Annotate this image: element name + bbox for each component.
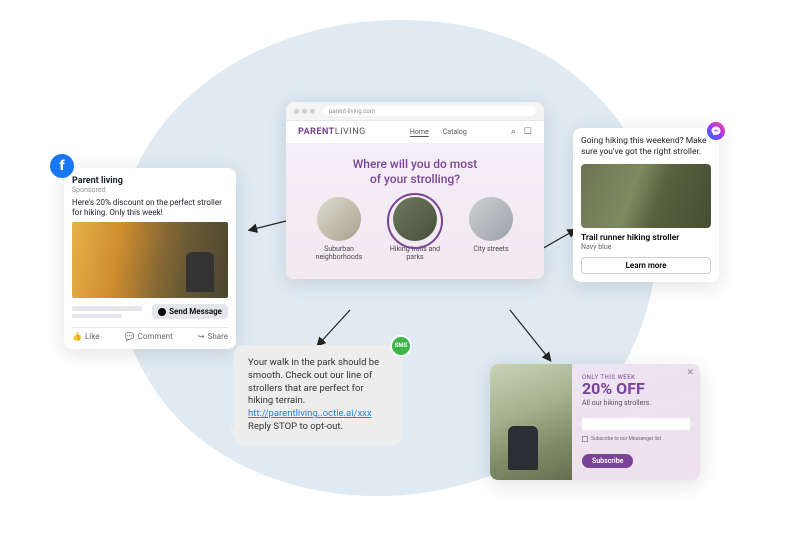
search-icon[interactable]: ⌕ [511,127,516,137]
messenger-text: Going hiking this weekend? Make sure you… [581,136,711,158]
messenger-product-variant: Navy blue [581,243,711,251]
messenger-badge-icon [705,120,727,142]
fb-ad-image[interactable] [72,222,228,298]
promo-headline: 20% OFF [582,381,690,397]
messenger-cta-button[interactable]: Learn more [581,257,711,274]
nav-home[interactable]: Home [410,128,429,136]
fb-ad-copy: Here's 20% discount on the perfect strol… [72,198,228,218]
comment-icon: 💬 [125,332,135,341]
like-icon: 👍 [72,332,82,341]
promo-image [490,364,572,480]
quiz-option-label: City streets [462,245,520,253]
quiz-option-label: Hiking trails and parks [386,245,444,261]
fb-sponsored-label: Sponsored [72,186,123,194]
site-logo[interactable]: PARENTLIVING [298,127,366,137]
promo-email-input[interactable] [582,418,690,430]
promo-subtext: All our hiking strollers. [582,399,690,407]
messenger-product-image[interactable] [581,164,711,228]
sms-text: Your walk in the park should be smooth. … [248,357,379,406]
facebook-icon [50,154,74,178]
sms-optout: Reply STOP to opt-out. [248,421,343,432]
promo-consent-checkbox[interactable]: Subscribe to our Messenger list [582,436,690,442]
nav-catalog[interactable]: Catalog [443,128,467,136]
quiz-option-city[interactable]: City streets [462,197,520,261]
quiz-option-suburban[interactable]: Suburban neighborhoods [310,197,368,261]
bag-icon[interactable]: ☐ [524,127,532,137]
browser-chrome: parent-living.com [286,102,544,121]
promo-subscribe-button[interactable]: Subscribe [582,454,633,468]
nav-links: Home Catalog [410,128,467,136]
messenger-icon [158,308,166,316]
fb-cta-button[interactable]: Send Message [152,304,228,319]
address-bar[interactable]: parent-living.com [323,106,536,116]
quiz-panel: Where will you do mostof your strolling?… [286,143,544,279]
facebook-ad-card: Parent living Sponsored Here's 20% disco… [64,168,236,349]
quiz-browser-card: parent-living.com PARENTLIVING Home Cata… [286,102,544,279]
close-icon[interactable]: ✕ [686,368,694,378]
fb-share-button[interactable]: ↪Share [198,332,228,341]
url-text: parent-living.com [329,108,375,115]
quiz-heading: Where will you do mostof your strolling? [294,157,536,187]
site-header: PARENTLIVING Home Catalog ⌕ ☐ [286,121,544,143]
fb-like-button[interactable]: 👍Like [72,332,99,341]
messenger-product-title: Trail runner hiking stroller [581,233,711,243]
promo-popup-card: ✕ ONLY THIS WEEK 20% OFF All our hiking … [490,364,700,480]
quiz-option-hiking[interactable]: Hiking trails and parks [386,197,444,261]
sms-card: SMS Your walk in the park should be smoo… [234,345,402,446]
fb-page-name[interactable]: Parent living [72,176,123,186]
quiz-option-label: Suburban neighborhoods [310,245,368,261]
sms-link[interactable]: htt://parentliving..octie.ai/xxx [248,408,372,419]
sms-badge-icon: SMS [390,335,412,357]
fb-comment-button[interactable]: 💬Comment [125,332,173,341]
window-dots [294,109,315,114]
messenger-card: Going hiking this weekend? Make sure you… [573,128,719,282]
share-icon: ↪ [198,332,205,341]
